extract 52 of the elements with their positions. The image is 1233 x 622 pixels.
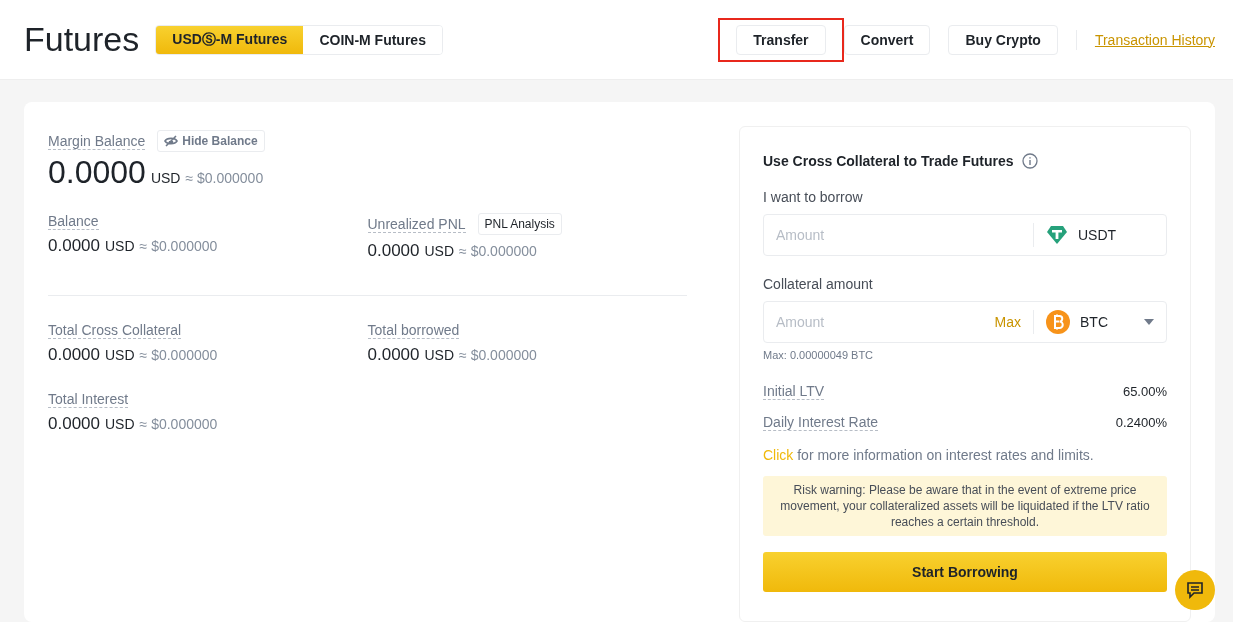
panel-title: Use Cross Collateral to Trade Futures: [763, 153, 1014, 169]
rate-value: 0.2400%: [1115, 415, 1167, 430]
rate-value: 65.00%: [1122, 384, 1167, 399]
field-label: Collateral amount: [763, 276, 874, 292]
collateral-amount-field[interactable]: Amount Max BTC: [763, 301, 1167, 343]
unit-label: USD: [424, 243, 455, 259]
rate-label: Initial LTV: [763, 383, 825, 400]
chat-icon: [1186, 581, 1204, 599]
start-borrowing-button[interactable]: Start Borrowing: [763, 552, 1167, 592]
unit-label: USD: [105, 347, 135, 363]
info-icon: [1021, 153, 1038, 169]
amount-value: 0.0000: [48, 154, 146, 191]
max-note: Max: 0.00000049 BTC: [763, 349, 875, 361]
unit-label: USD: [424, 347, 455, 363]
approx-value: ≈ $0.000000: [139, 416, 218, 432]
unit-label: USD: [150, 170, 181, 186]
page-title: Futures: [24, 20, 140, 59]
eye-off-icon: [164, 135, 179, 147]
caret-down-icon[interactable]: [1144, 319, 1154, 325]
borrow-amount-field[interactable]: Amount USDT: [763, 214, 1167, 256]
pnl-analysis-button[interactable]: PNL Analysis: [477, 213, 562, 235]
hide-balance-button[interactable]: Hide Balance: [157, 130, 265, 152]
amount-value: 0.0000: [48, 345, 100, 365]
stat-label: Unrealized PNL: [367, 215, 466, 233]
stat-label: Total Interest: [48, 391, 129, 408]
approx-value: ≈ $0.000000: [459, 347, 537, 363]
amount-value: 0.0000: [48, 236, 100, 256]
coin-label: USDT: [1078, 227, 1117, 243]
header-button[interactable]: Convert: [843, 24, 931, 55]
amount-value: 0.0000: [48, 414, 100, 434]
header-button[interactable]: Buy Crypto: [948, 24, 1058, 55]
unit-label: USD: [105, 238, 135, 254]
bitcoin-coin-icon: [1046, 310, 1070, 334]
approx-value: ≈ $0.000000: [459, 243, 537, 259]
approx-value: ≈ $0.000000: [185, 170, 264, 186]
unit-label: USD: [105, 416, 135, 432]
info-text: Click for more information on interest rates and limits.: [763, 447, 1095, 463]
rate-label: Daily Interest Rate: [763, 414, 879, 431]
coin-label: BTC: [1080, 314, 1108, 330]
stat-label: Total Cross Collateral: [48, 322, 182, 339]
amount-value: 0.0000: [367, 241, 420, 261]
approx-value: ≈ $0.000000: [139, 347, 218, 363]
stat-label: Margin Balance: [48, 132, 146, 150]
tether-coin-icon: [1046, 225, 1068, 245]
field-label: I want to borrow: [763, 189, 864, 205]
risk-warning: Risk warning: Please be aware that in the event of extreme price movement, your collateralized assets will be liquidated if the LTV ratio reaches a certain threshold.: [763, 476, 1167, 536]
futures-tab[interactable]: USDⓈ-M Futures: [156, 25, 304, 54]
stat-label: Balance: [48, 213, 99, 230]
amount-value: 0.0000: [367, 345, 420, 365]
stat-label: Total borrowed: [367, 322, 460, 339]
header-button[interactable]: Transfer: [736, 24, 826, 55]
approx-value: ≈ $0.000000: [139, 238, 218, 254]
